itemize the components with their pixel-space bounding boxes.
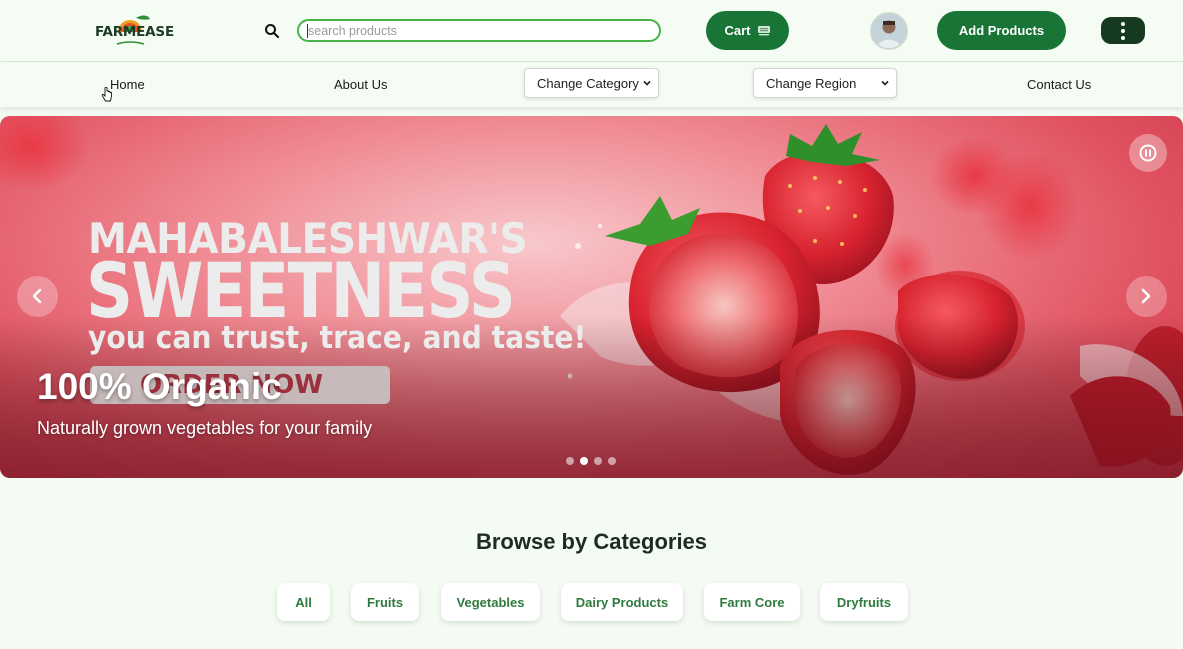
carousel-dot-4[interactable] — [608, 457, 616, 465]
category-all-button[interactable]: All — [277, 583, 330, 621]
banner-tagline: you can trust, trace, and taste! — [88, 320, 587, 356]
cart-button[interactable]: Cart — [706, 11, 789, 50]
chevron-left-icon — [32, 288, 42, 304]
carousel-dot-3[interactable] — [594, 457, 602, 465]
category-vegetables-button[interactable]: Vegetables — [441, 583, 540, 621]
add-products-button[interactable]: Add Products — [937, 11, 1066, 50]
chevron-down-icon — [881, 80, 889, 86]
pause-icon — [1139, 144, 1157, 162]
nav-about[interactable]: About Us — [334, 77, 387, 92]
category-farm-core-button[interactable]: Farm Core — [704, 583, 800, 621]
text-caret — [307, 24, 308, 38]
category-dairy-products-button[interactable]: Dairy Products — [561, 583, 683, 621]
change-category-select[interactable]: Change Category — [524, 68, 659, 98]
hero-carousel[interactable]: MAHABALESHWAR'S SWEETNESS you can trust,… — [0, 116, 1183, 478]
cart-icon — [757, 25, 770, 35]
category-fruits-button[interactable]: Fruits — [351, 583, 419, 621]
search-icon[interactable] — [264, 23, 280, 39]
carousel-next-button[interactable] — [1126, 276, 1167, 317]
avatar-photo — [872, 14, 906, 48]
hand-cursor-icon — [101, 87, 112, 102]
carousel-dot-2[interactable] — [580, 457, 588, 465]
kebab-menu-icon[interactable] — [1101, 17, 1145, 44]
search-input[interactable] — [297, 19, 661, 42]
nav-home[interactable]: Home — [110, 77, 145, 92]
carousel-dot-1[interactable] — [566, 457, 574, 465]
logo-text: FARMEASE — [95, 24, 174, 40]
category-dryfruits-button[interactable]: Dryfruits — [820, 583, 908, 621]
user-avatar[interactable] — [870, 12, 908, 50]
categories-heading: Browse by Categories — [475, 529, 708, 554]
main-nav: Home About Us Change Category Change Reg… — [0, 63, 1183, 107]
chevron-right-icon — [1141, 288, 1151, 304]
site-header: FARMEASE Cart Add Products — [0, 0, 1183, 62]
slide-caption-subtitle: Naturally grown vegetables for your fami… — [37, 418, 373, 438]
farmease-logo[interactable]: FARMEASE — [92, 10, 174, 52]
category-select-label: Change Category — [537, 75, 639, 91]
cart-label: Cart — [724, 23, 751, 38]
change-region-select[interactable]: Change Region — [753, 68, 897, 98]
slide-caption-title: 100% Organic — [37, 366, 282, 407]
carousel-pause-button[interactable] — [1129, 134, 1167, 172]
region-select-label: Change Region — [766, 75, 857, 91]
carousel-prev-button[interactable] — [17, 276, 58, 317]
chevron-down-icon — [643, 80, 651, 86]
nav-contact[interactable]: Contact Us — [1027, 77, 1091, 92]
